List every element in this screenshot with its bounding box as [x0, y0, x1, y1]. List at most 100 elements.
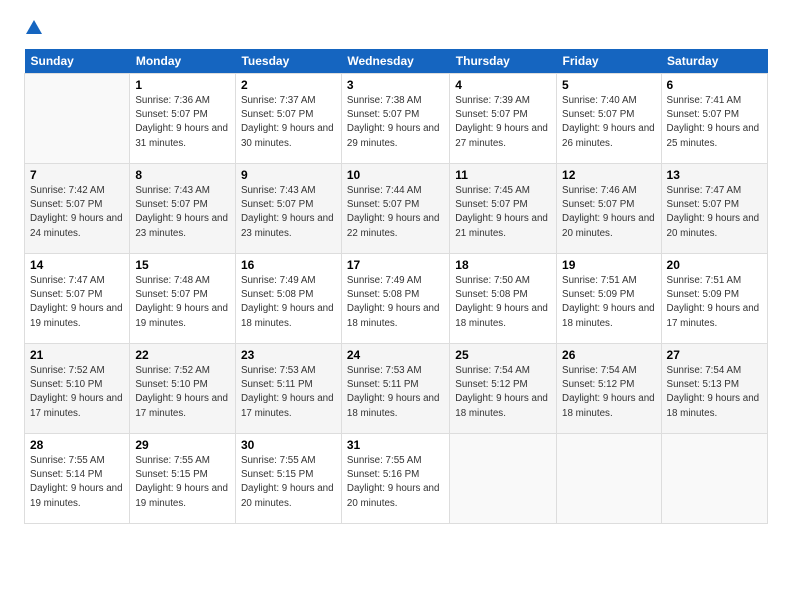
calendar-cell: 19 Sunrise: 7:51 AMSunset: 5:09 PMDaylig… [557, 254, 662, 344]
day-number: 10 [347, 168, 444, 182]
day-number: 6 [667, 78, 762, 92]
calendar-cell: 15 Sunrise: 7:48 AMSunset: 5:07 PMDaylig… [130, 254, 236, 344]
calendar-cell: 11 Sunrise: 7:45 AMSunset: 5:07 PMDaylig… [450, 164, 557, 254]
calendar-cell: 14 Sunrise: 7:47 AMSunset: 5:07 PMDaylig… [25, 254, 130, 344]
day-number: 26 [562, 348, 656, 362]
day-number: 20 [667, 258, 762, 272]
calendar-week-row: 7 Sunrise: 7:42 AMSunset: 5:07 PMDayligh… [25, 164, 768, 254]
day-info: Sunrise: 7:55 AMSunset: 5:14 PMDaylight:… [30, 454, 124, 511]
day-of-week-header: Saturday [661, 49, 767, 74]
day-number: 19 [562, 258, 656, 272]
day-info: Sunrise: 7:46 AMSunset: 5:07 PMDaylight:… [562, 184, 656, 241]
day-number: 4 [455, 78, 551, 92]
day-info: Sunrise: 7:44 AMSunset: 5:07 PMDaylight:… [347, 184, 444, 241]
day-info: Sunrise: 7:38 AMSunset: 5:07 PMDaylight:… [347, 94, 444, 151]
day-info: Sunrise: 7:40 AMSunset: 5:07 PMDaylight:… [562, 94, 656, 151]
calendar-week-row: 21 Sunrise: 7:52 AMSunset: 5:10 PMDaylig… [25, 344, 768, 434]
day-number: 11 [455, 168, 551, 182]
day-of-week-header: Friday [557, 49, 662, 74]
calendar-cell: 20 Sunrise: 7:51 AMSunset: 5:09 PMDaylig… [661, 254, 767, 344]
day-info: Sunrise: 7:47 AMSunset: 5:07 PMDaylight:… [667, 184, 762, 241]
calendar-cell: 23 Sunrise: 7:53 AMSunset: 5:11 PMDaylig… [235, 344, 341, 434]
day-info: Sunrise: 7:41 AMSunset: 5:07 PMDaylight:… [667, 94, 762, 151]
day-number: 14 [30, 258, 124, 272]
calendar-cell: 7 Sunrise: 7:42 AMSunset: 5:07 PMDayligh… [25, 164, 130, 254]
calendar-cell: 8 Sunrise: 7:43 AMSunset: 5:07 PMDayligh… [130, 164, 236, 254]
calendar-cell: 4 Sunrise: 7:39 AMSunset: 5:07 PMDayligh… [450, 74, 557, 164]
calendar-cell: 9 Sunrise: 7:43 AMSunset: 5:07 PMDayligh… [235, 164, 341, 254]
day-info: Sunrise: 7:43 AMSunset: 5:07 PMDaylight:… [135, 184, 230, 241]
logo-triangle-icon [26, 20, 42, 39]
calendar-week-row: 14 Sunrise: 7:47 AMSunset: 5:07 PMDaylig… [25, 254, 768, 344]
calendar-week-row: 1 Sunrise: 7:36 AMSunset: 5:07 PMDayligh… [25, 74, 768, 164]
calendar-cell: 29 Sunrise: 7:55 AMSunset: 5:15 PMDaylig… [130, 434, 236, 524]
day-number: 28 [30, 438, 124, 452]
day-info: Sunrise: 7:52 AMSunset: 5:10 PMDaylight:… [30, 364, 124, 421]
day-number: 30 [241, 438, 336, 452]
day-info: Sunrise: 7:54 AMSunset: 5:12 PMDaylight:… [562, 364, 656, 421]
day-number: 29 [135, 438, 230, 452]
calendar-cell: 6 Sunrise: 7:41 AMSunset: 5:07 PMDayligh… [661, 74, 767, 164]
day-number: 31 [347, 438, 444, 452]
day-info: Sunrise: 7:47 AMSunset: 5:07 PMDaylight:… [30, 274, 124, 331]
calendar-cell: 24 Sunrise: 7:53 AMSunset: 5:11 PMDaylig… [341, 344, 449, 434]
day-number: 12 [562, 168, 656, 182]
day-number: 15 [135, 258, 230, 272]
day-info: Sunrise: 7:45 AMSunset: 5:07 PMDaylight:… [455, 184, 551, 241]
day-number: 22 [135, 348, 230, 362]
calendar-cell: 12 Sunrise: 7:46 AMSunset: 5:07 PMDaylig… [557, 164, 662, 254]
calendar-cell: 28 Sunrise: 7:55 AMSunset: 5:14 PMDaylig… [25, 434, 130, 524]
day-number: 13 [667, 168, 762, 182]
day-number: 5 [562, 78, 656, 92]
page: SundayMondayTuesdayWednesdayThursdayFrid… [0, 0, 792, 612]
calendar-cell: 30 Sunrise: 7:55 AMSunset: 5:15 PMDaylig… [235, 434, 341, 524]
day-number: 16 [241, 258, 336, 272]
day-number: 7 [30, 168, 124, 182]
day-number: 21 [30, 348, 124, 362]
day-number: 2 [241, 78, 336, 92]
day-info: Sunrise: 7:37 AMSunset: 5:07 PMDaylight:… [241, 94, 336, 151]
calendar-cell: 25 Sunrise: 7:54 AMSunset: 5:12 PMDaylig… [450, 344, 557, 434]
day-of-week-header: Tuesday [235, 49, 341, 74]
day-info: Sunrise: 7:55 AMSunset: 5:15 PMDaylight:… [135, 454, 230, 511]
day-info: Sunrise: 7:49 AMSunset: 5:08 PMDaylight:… [347, 274, 444, 331]
logo [24, 20, 42, 37]
day-info: Sunrise: 7:42 AMSunset: 5:07 PMDaylight:… [30, 184, 124, 241]
day-number: 27 [667, 348, 762, 362]
day-info: Sunrise: 7:52 AMSunset: 5:10 PMDaylight:… [135, 364, 230, 421]
calendar-cell: 17 Sunrise: 7:49 AMSunset: 5:08 PMDaylig… [341, 254, 449, 344]
day-of-week-header: Sunday [25, 49, 130, 74]
day-number: 25 [455, 348, 551, 362]
calendar-cell [450, 434, 557, 524]
calendar-cell: 5 Sunrise: 7:40 AMSunset: 5:07 PMDayligh… [557, 74, 662, 164]
calendar-cell: 1 Sunrise: 7:36 AMSunset: 5:07 PMDayligh… [130, 74, 236, 164]
day-of-week-header: Thursday [450, 49, 557, 74]
calendar-cell [661, 434, 767, 524]
day-of-week-header: Monday [130, 49, 236, 74]
calendar-cell: 2 Sunrise: 7:37 AMSunset: 5:07 PMDayligh… [235, 74, 341, 164]
day-number: 17 [347, 258, 444, 272]
calendar-cell: 21 Sunrise: 7:52 AMSunset: 5:10 PMDaylig… [25, 344, 130, 434]
day-info: Sunrise: 7:49 AMSunset: 5:08 PMDaylight:… [241, 274, 336, 331]
day-number: 23 [241, 348, 336, 362]
calendar-header-row: SundayMondayTuesdayWednesdayThursdayFrid… [25, 49, 768, 74]
day-number: 24 [347, 348, 444, 362]
calendar-cell: 31 Sunrise: 7:55 AMSunset: 5:16 PMDaylig… [341, 434, 449, 524]
day-info: Sunrise: 7:39 AMSunset: 5:07 PMDaylight:… [455, 94, 551, 151]
day-info: Sunrise: 7:54 AMSunset: 5:12 PMDaylight:… [455, 364, 551, 421]
day-number: 9 [241, 168, 336, 182]
calendar-cell: 27 Sunrise: 7:54 AMSunset: 5:13 PMDaylig… [661, 344, 767, 434]
day-info: Sunrise: 7:48 AMSunset: 5:07 PMDaylight:… [135, 274, 230, 331]
day-info: Sunrise: 7:51 AMSunset: 5:09 PMDaylight:… [562, 274, 656, 331]
day-number: 1 [135, 78, 230, 92]
day-info: Sunrise: 7:55 AMSunset: 5:15 PMDaylight:… [241, 454, 336, 511]
calendar-cell: 10 Sunrise: 7:44 AMSunset: 5:07 PMDaylig… [341, 164, 449, 254]
calendar-cell: 3 Sunrise: 7:38 AMSunset: 5:07 PMDayligh… [341, 74, 449, 164]
day-info: Sunrise: 7:51 AMSunset: 5:09 PMDaylight:… [667, 274, 762, 331]
day-info: Sunrise: 7:54 AMSunset: 5:13 PMDaylight:… [667, 364, 762, 421]
calendar-cell: 18 Sunrise: 7:50 AMSunset: 5:08 PMDaylig… [450, 254, 557, 344]
calendar-cell [25, 74, 130, 164]
day-number: 3 [347, 78, 444, 92]
calendar-cell: 22 Sunrise: 7:52 AMSunset: 5:10 PMDaylig… [130, 344, 236, 434]
day-info: Sunrise: 7:53 AMSunset: 5:11 PMDaylight:… [241, 364, 336, 421]
